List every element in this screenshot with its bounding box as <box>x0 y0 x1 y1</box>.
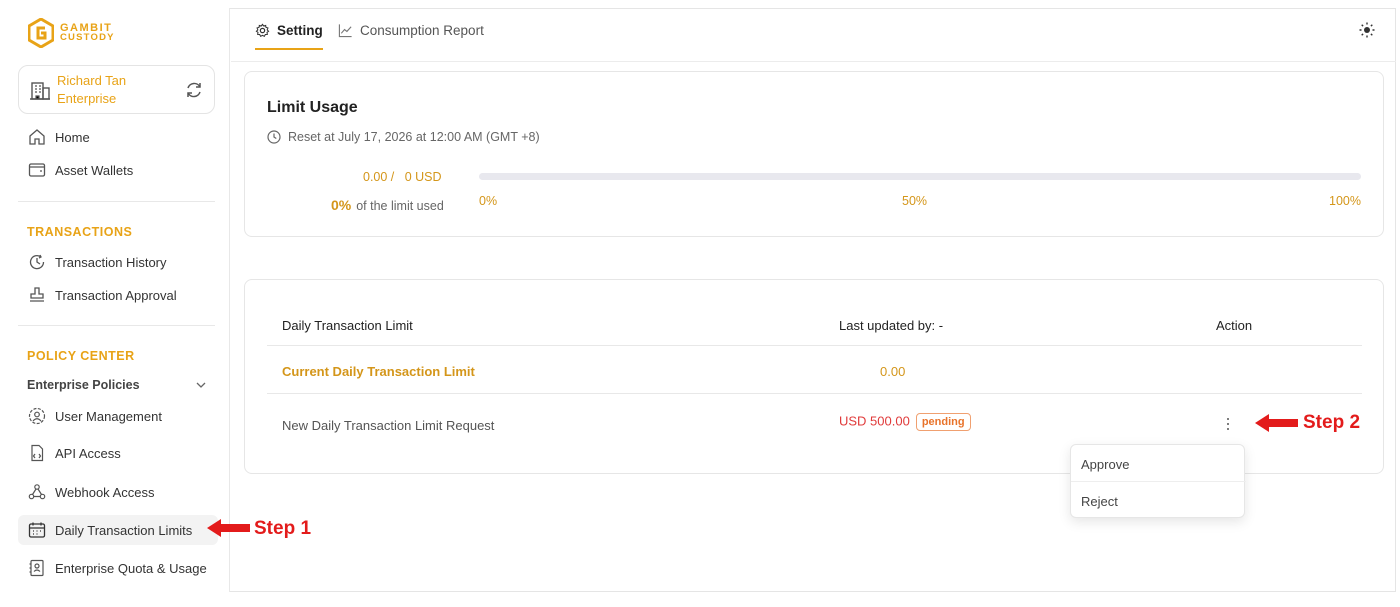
section-policy-center: POLICY CENTER <box>27 349 135 363</box>
request-limit-value-cell: USD 500.00 pending <box>839 413 971 431</box>
tab-label: Consumption Report <box>360 22 484 38</box>
progress-label-100: 100% <box>1329 194 1361 208</box>
kebab-dot <box>1226 417 1230 421</box>
reset-info: Reset at July 17, 2026 at 12:00 AM (GMT … <box>267 130 540 144</box>
menu-divider <box>1071 481 1246 482</box>
step1-label: Step 1 <box>254 518 312 539</box>
webhook-icon <box>28 484 46 500</box>
step1-arrow-icon <box>207 519 250 537</box>
reset-text: Reset at July 17, 2026 at 12:00 AM (GMT … <box>288 130 540 144</box>
sidebar-item-transaction-history[interactable]: Transaction History <box>18 247 218 277</box>
brand-logo[interactable]: GAMBIT CUSTODY <box>28 18 115 48</box>
sidebar-item-label: Webhook Access <box>55 484 155 500</box>
row-actions-kebab-button[interactable] <box>1220 414 1236 434</box>
clock-icon <box>267 130 281 144</box>
tab-label: Setting <box>277 22 323 38</box>
kebab-dot <box>1226 427 1230 431</box>
sidebar-item-label: Asset Wallets <box>55 162 134 178</box>
table-divider <box>267 393 1362 394</box>
row-action-menu: Approve Reject <box>1070 444 1246 520</box>
sidebar-item-label: Daily Transaction Limits <box>55 522 193 538</box>
column-header-action: Action <box>1216 318 1253 333</box>
request-limit-label: New Daily Transaction Limit Request <box>282 418 495 433</box>
usage-percent-value: 0% <box>331 197 352 213</box>
status-badge: pending <box>915 413 971 431</box>
sidebar-item-user-management[interactable]: User Management <box>18 401 218 431</box>
tab-consumption-report[interactable]: Consumption Report <box>338 8 484 52</box>
top-tab-bar: Setting Consumption Report <box>231 8 1396 62</box>
request-limit-value: USD 500.00 <box>839 413 910 429</box>
api-icon <box>31 444 44 462</box>
sidebar-item-api-access[interactable]: API Access <box>18 438 218 468</box>
sidebar-item-label: Home <box>55 129 90 145</box>
usage-percent-suffix: of the limit used <box>356 199 444 213</box>
group-enterprise-policies[interactable]: Enterprise Policies <box>27 378 207 392</box>
sidebar-divider <box>18 201 215 202</box>
limit-usage-card: Limit Usage Reset at July 17, 2026 at 12… <box>244 71 1384 237</box>
gear-icon <box>255 23 270 37</box>
chart-icon <box>338 23 352 37</box>
menu-item-approve[interactable]: Approve <box>1071 446 1246 483</box>
sidebar-item-webhook-access[interactable]: Webhook Access <box>18 477 218 507</box>
limit-usage-title: Limit Usage <box>267 99 358 116</box>
sidebar-item-label: Transaction History <box>55 254 167 270</box>
tab-setting[interactable]: Setting <box>255 8 323 52</box>
current-limit-label: Current Daily Transaction Limit <box>282 364 475 379</box>
sidebar-item-asset-wallets[interactable]: Asset Wallets <box>18 155 218 185</box>
switch-refresh-icon[interactable] <box>184 80 204 100</box>
column-header-limit: Daily Transaction Limit <box>282 318 413 333</box>
enterprise-switcher[interactable]: Richard Tan Enterprise <box>18 65 215 114</box>
sidebar-item-transaction-approval[interactable]: Transaction Approval <box>18 280 218 310</box>
section-transactions: TRANSACTIONS <box>27 225 133 239</box>
sun-icon[interactable] <box>1358 21 1376 39</box>
sidebar-item-label: Enterprise Quota & Usage <box>55 560 207 576</box>
user-gear-icon <box>28 407 46 425</box>
menu-item-reject[interactable]: Reject <box>1071 483 1246 520</box>
step2-label: Step 2 <box>1303 412 1361 433</box>
sidebar: GAMBIT CUSTODY Richard Tan Enterprise Ho… <box>8 8 230 592</box>
sidebar-item-home[interactable]: Home <box>18 122 218 152</box>
usage-amount: 0.00 / 0 USD <box>363 170 442 184</box>
history-icon <box>29 254 45 270</box>
brand-line2: CUSTODY <box>60 32 115 43</box>
enterprise-name: Richard Tan Enterprise <box>57 72 127 106</box>
quota-icon <box>29 559 44 577</box>
sidebar-item-daily-transaction-limits[interactable]: Daily Transaction Limits <box>18 515 218 545</box>
gambit-logo-icon <box>28 18 54 48</box>
stamp-icon <box>30 287 44 302</box>
wallet-icon <box>28 163 46 177</box>
calendar-icon <box>28 522 46 538</box>
table-divider <box>267 345 1362 346</box>
current-limit-value: 0.00 <box>880 364 906 379</box>
group-label-text: Enterprise Policies <box>27 378 140 392</box>
sidebar-item-label: Transaction Approval <box>55 287 177 303</box>
usage-percent: 0% of the limit used <box>331 197 444 213</box>
progress-label-50: 50% <box>902 194 928 208</box>
column-header-last-updated: Last updated by: - <box>839 318 944 333</box>
step2-arrow-icon <box>1255 414 1298 432</box>
sidebar-divider <box>18 325 215 326</box>
usage-progress-bar <box>479 173 1361 180</box>
building-icon <box>30 81 50 100</box>
kebab-dot <box>1226 422 1230 426</box>
chevron-down-icon <box>196 382 206 388</box>
brand-wordmark: GAMBIT CUSTODY <box>60 23 115 43</box>
sidebar-item-label: User Management <box>55 408 162 424</box>
sidebar-item-label: API Access <box>55 445 121 461</box>
sidebar-item-enterprise-quota[interactable]: Enterprise Quota & Usage <box>18 553 218 583</box>
progress-label-0: 0% <box>479 194 498 208</box>
home-icon <box>29 129 45 145</box>
